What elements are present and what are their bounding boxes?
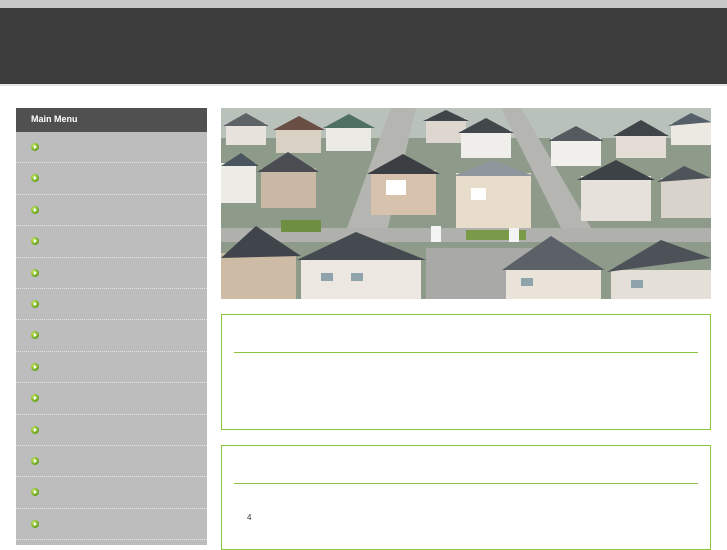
green-arrow-bullet-icon — [31, 394, 39, 403]
box-divider — [234, 352, 698, 353]
sidebar-menu-item[interactable] — [16, 415, 207, 446]
sidebar-menu-item[interactable] — [16, 195, 207, 227]
green-arrow-bullet-icon — [31, 425, 39, 434]
sidebar-menu-item[interactable] — [16, 258, 207, 289]
sidebar-menu-item[interactable] — [16, 352, 207, 384]
sidebar-menu-item[interactable] — [16, 320, 207, 352]
green-arrow-bullet-icon — [31, 299, 39, 308]
sidebar-menu-item[interactable] — [16, 226, 207, 258]
green-arrow-bullet-icon — [31, 456, 39, 465]
green-arrow-bullet-icon — [31, 268, 39, 277]
sidebar-menu-item[interactable] — [16, 477, 207, 509]
box-divider — [234, 483, 698, 484]
green-arrow-bullet-icon — [31, 488, 39, 497]
box-text: 4 — [247, 513, 252, 522]
hero-image-housing-aerial — [221, 108, 711, 299]
content-box-1 — [221, 314, 711, 430]
sidebar-menu-item[interactable] — [16, 289, 207, 321]
sidebar-menu-item[interactable] — [16, 446, 207, 478]
green-arrow-bullet-icon — [31, 143, 39, 151]
top-strip — [0, 0, 727, 8]
sidebar-menu-item[interactable] — [16, 509, 207, 541]
sidebar-main-menu: Main Menu — [16, 108, 207, 545]
sidebar-title: Main Menu — [16, 108, 207, 132]
green-arrow-bullet-icon — [31, 331, 39, 340]
green-arrow-bullet-icon — [31, 174, 39, 183]
green-arrow-bullet-icon — [31, 519, 39, 528]
green-arrow-bullet-icon — [31, 205, 39, 214]
sidebar-menu-item[interactable] — [16, 163, 207, 195]
hero-illustration — [221, 108, 711, 299]
site-header — [0, 8, 727, 84]
green-arrow-bullet-icon — [31, 362, 39, 371]
sidebar-menu-item[interactable] — [16, 383, 207, 415]
header-divider — [0, 84, 727, 86]
sidebar-menu-item[interactable] — [16, 132, 207, 164]
green-arrow-bullet-icon — [31, 237, 39, 246]
content-box-2: 4 — [221, 445, 711, 550]
